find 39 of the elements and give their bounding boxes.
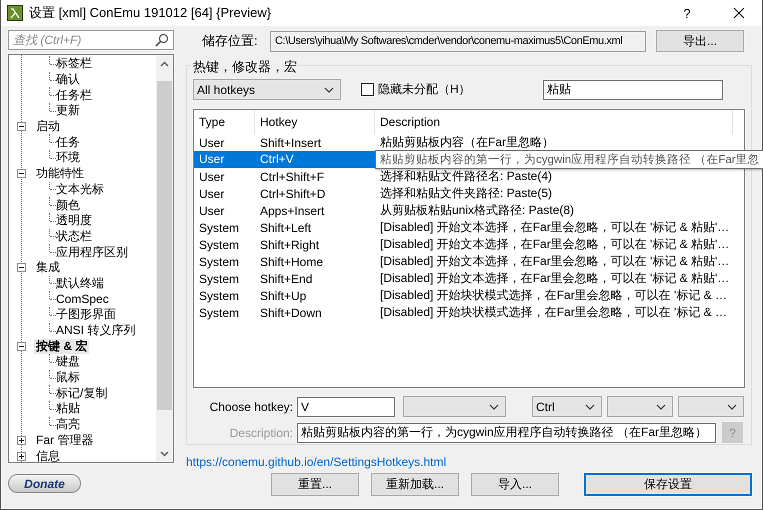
- table-cell-text: [Disabled] 开始块状模式选择，在Far里会忽略，可以在 '标记 & …: [379, 304, 728, 321]
- table-cell-text: 粘贴剪贴板内容（在Far里忽略）: [379, 134, 555, 151]
- table-cell-text: System: [198, 272, 240, 286]
- table-cell-text: System: [198, 254, 240, 268]
- storage-label: 储存位置:: [201, 32, 259, 50]
- table-cell: Ctrl+V: [255, 151, 375, 168]
- table-cell-text: System: [198, 238, 240, 252]
- table-cell-text: User: [198, 136, 226, 150]
- table-cell-text: 选择和粘贴文件路径名: Paste(4): [379, 168, 554, 185]
- table-cell-text: System: [198, 288, 240, 302]
- checkbox-label: 隐藏未分配（H）: [378, 81, 471, 98]
- table-cell-text: Shift+Home: [259, 254, 324, 268]
- table-cell-text: 从剪贴板粘贴unix格式路径: Paste(8): [379, 202, 576, 219]
- table-cell-text: [Disabled] 开始文本选择，在Far里会忽略，可以在 '标记 & 粘贴'…: [379, 236, 730, 253]
- table-cell-text: Apps+Insert: [259, 204, 326, 218]
- table-cell-text: System: [198, 306, 240, 320]
- table-cell-text: Shift+Left: [259, 220, 312, 234]
- table-cell: User: [194, 151, 255, 168]
- field-label: Description:: [228, 426, 294, 440]
- table-cell-text: Shift+Right: [259, 238, 320, 252]
- table-cell-text: System: [198, 220, 240, 234]
- tooltip: 粘贴剪贴板内容的第一行，为cygwin应用程序自动转换路径 （在Far里忽: [375, 150, 763, 169]
- field-label: Choose hotkey:: [208, 400, 294, 414]
- table-cell-text: Ctrl+Shift+D: [259, 186, 326, 200]
- table-cell-text: 选择和粘贴文件夹路径: Paste(5): [379, 185, 554, 202]
- table-cell-text: Ctrl+Shift+F: [259, 170, 326, 184]
- table-cell-text: Shift+Down: [259, 306, 323, 320]
- table-cell-text: Shift+End: [259, 272, 314, 286]
- table-cell-text: User: [198, 170, 226, 184]
- table-cell-text: Shift+Up: [259, 288, 308, 302]
- window-title: 设置 [xml] ConEmu 191012 [64] {Preview}: [29, 4, 272, 22]
- table-cell-text: [Disabled] 开始块状模式选择，在Far里会忽略，可以在 '标记 & …: [379, 287, 728, 304]
- table-cell-text: Shift+Insert: [259, 136, 322, 150]
- table-cell-text: User: [198, 204, 226, 218]
- table-cell-text: [Disabled] 开始文本选择，在Far里会忽略，可以在 '标记 & 粘贴'…: [379, 219, 730, 236]
- table-cell-text: [Disabled] 开始文本选择，在Far里会忽略，可以在 '标记 & 粘贴'…: [379, 253, 730, 270]
- table-cell-text: User: [198, 186, 226, 200]
- group-title: 热键，修改器，宏: [191, 58, 299, 76]
- table-cell-text: [Disabled] 开始文本选择，在Far里会忽略，可以在 '标记 & 粘贴'…: [379, 270, 730, 287]
